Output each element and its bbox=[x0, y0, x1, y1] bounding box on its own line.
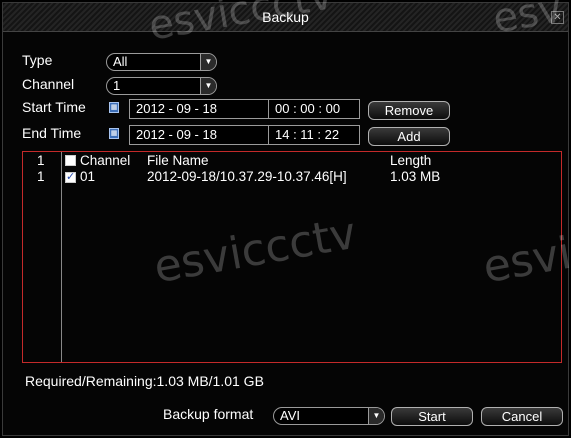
start-time-value[interactable]: 00 : 00 : 00 bbox=[275, 100, 340, 118]
add-button[interactable]: Add bbox=[368, 127, 450, 146]
header-index: 1 bbox=[37, 153, 45, 168]
channel-label: Channel bbox=[22, 76, 75, 92]
end-time-label: End Time bbox=[22, 125, 82, 141]
title-bar: Backup ✕ bbox=[3, 3, 568, 32]
remove-button[interactable]: Remove bbox=[368, 101, 450, 120]
type-label: Type bbox=[22, 52, 53, 68]
chevron-down-icon: ▼ bbox=[200, 78, 216, 94]
channel-select-value: 1 bbox=[113, 78, 121, 93]
backup-window: Backup ✕ Type All ▼ Channel 1 ▼ Start Ti… bbox=[2, 0, 571, 436]
select-all-checkbox[interactable] bbox=[65, 155, 76, 166]
cancel-button[interactable]: Cancel bbox=[481, 407, 563, 426]
start-time-field[interactable]: 2012 - 09 - 18 00 : 00 : 00 bbox=[129, 99, 360, 119]
row-index: 1 bbox=[37, 169, 45, 184]
list-header: 1 Channel File Name Length bbox=[23, 152, 561, 168]
start-button[interactable]: Start bbox=[391, 407, 473, 426]
file-list[interactable]: 1 Channel File Name Length 1 01 2012-09-… bbox=[22, 151, 562, 363]
header-file-name: File Name bbox=[147, 153, 209, 168]
type-select[interactable]: All ▼ bbox=[106, 53, 217, 71]
channel-select[interactable]: 1 ▼ bbox=[106, 77, 217, 95]
end-time-value[interactable]: 14 : 11 : 22 bbox=[275, 126, 339, 144]
required-remaining-status: Required/Remaining:1.03 MB/1.01 GB bbox=[25, 373, 264, 389]
start-time-label: Start Time bbox=[22, 99, 86, 115]
start-date-value[interactable]: 2012 - 09 - 18 bbox=[136, 100, 217, 118]
close-icon[interactable]: ✕ bbox=[551, 11, 564, 24]
type-select-value: All bbox=[113, 54, 128, 69]
calendar-icon[interactable]: ▦ bbox=[109, 102, 119, 113]
window-title: Backup bbox=[262, 9, 309, 25]
header-length: Length bbox=[390, 153, 432, 168]
backup-format-select[interactable]: AVI ▼ bbox=[273, 407, 385, 425]
backup-format-label: Backup format bbox=[163, 406, 254, 422]
row-checkbox[interactable] bbox=[65, 170, 76, 183]
table-row[interactable]: 1 01 2012-09-18/10.37.29-10.37.46[H] 1.0… bbox=[23, 169, 561, 185]
chevron-down-icon: ▼ bbox=[200, 54, 216, 70]
end-time-field[interactable]: 2012 - 09 - 18 14 : 11 : 22 bbox=[129, 125, 360, 145]
row-channel: 01 bbox=[80, 169, 96, 184]
row-file-name: 2012-09-18/10.37.29-10.37.46[H] bbox=[147, 169, 347, 184]
end-date-value[interactable]: 2012 - 09 - 18 bbox=[136, 126, 217, 144]
backup-format-value: AVI bbox=[280, 408, 300, 423]
row-length: 1.03 MB bbox=[390, 169, 441, 184]
calendar-icon[interactable]: ▦ bbox=[109, 128, 119, 139]
chevron-down-icon: ▼ bbox=[368, 408, 384, 424]
header-channel: Channel bbox=[80, 153, 131, 168]
